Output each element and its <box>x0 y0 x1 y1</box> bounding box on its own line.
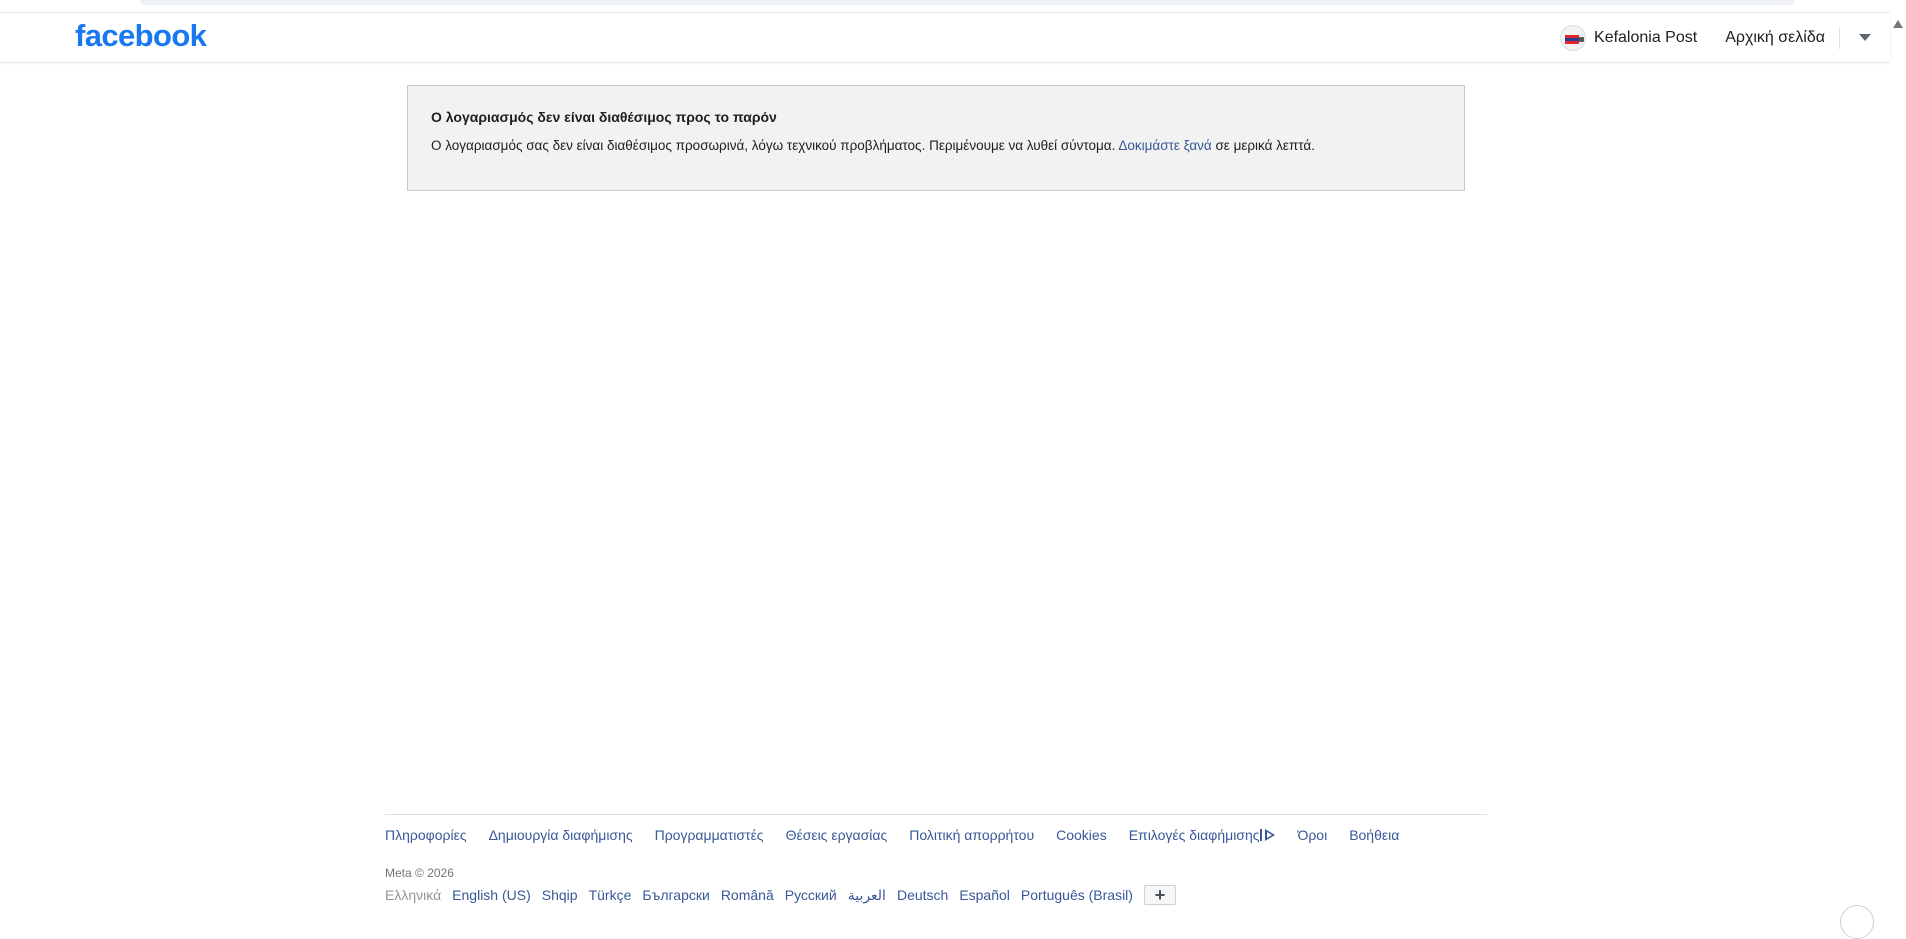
footer-link-careers[interactable]: Θέσεις εργασίας <box>786 825 888 845</box>
language-portuguese-brazil[interactable]: Português (Brasil) <box>1021 885 1133 905</box>
language-romanian[interactable]: Română <box>721 885 774 905</box>
notice-body: Ο λογαριασμός σας δεν είναι διαθέσιμος π… <box>431 137 1441 155</box>
footer-links: Πληροφορίες Δημιουργία διαφήμισης Προγρα… <box>385 825 1487 845</box>
footer-link-about[interactable]: Πληροφορίες <box>385 825 467 845</box>
language-bulgarian[interactable]: Български <box>642 885 709 905</box>
browser-top-strip <box>0 0 1906 12</box>
top-navigation-bar: facebook Kefalonia Post Αρχική σελίδα <box>0 12 1890 62</box>
header-right-group: Kefalonia Post Αρχική σελίδα <box>1560 13 1890 62</box>
language-english[interactable]: English (US) <box>452 885 531 905</box>
footer-link-terms[interactable]: Όροι <box>1297 825 1327 845</box>
ad-choices-icon <box>1260 829 1263 841</box>
help-bubble-button[interactable] <box>1840 905 1874 939</box>
ad-choices-label: Επιλογές διαφήμισης <box>1128 827 1260 843</box>
page-name-label: Kefalonia Post <box>1594 28 1698 46</box>
home-link[interactable]: Αρχική σελίδα <box>1711 29 1839 47</box>
account-unavailable-notice: Ο λογαριασμός δεν είναι διαθέσιμος προς … <box>407 85 1465 191</box>
ad-choices-arrow-icon <box>1265 829 1276 841</box>
footer-link-cookies[interactable]: Cookies <box>1056 825 1107 845</box>
caret-down-icon <box>1859 34 1871 41</box>
page-footer: Πληροφορίες Δημιουργία διαφήμισης Προγρα… <box>385 814 1487 905</box>
copyright-text: Meta © 2026 <box>385 866 454 880</box>
language-albanian[interactable]: Shqip <box>542 885 578 905</box>
footer-link-help[interactable]: Βοήθεια <box>1349 825 1399 845</box>
footer-link-privacy[interactable]: Πολιτική απορρήτου <box>909 825 1034 845</box>
footer-link-create-ad[interactable]: Δημιουργία διαφήμισης <box>489 825 633 845</box>
language-selector-row: Ελληνικά English (US) Shqip Türkçe Бълга… <box>385 885 1487 905</box>
language-spanish[interactable]: Español <box>959 885 1010 905</box>
notice-title: Ο λογαριασμός δεν είναι διαθέσιμος προς … <box>431 109 777 125</box>
browser-tab-pill <box>140 0 1795 5</box>
language-arabic[interactable]: العربية <box>848 885 886 905</box>
scrollbar-up-arrow[interactable] <box>1893 20 1903 28</box>
footer-link-ad-choices[interactable]: Επιλογές διαφήμισης <box>1129 825 1276 845</box>
add-language-button[interactable]: + <box>1143 885 1176 905</box>
notice-body-text: Ο λογαριασμός σας δεν είναι διαθέσιμος π… <box>431 138 1116 153</box>
account-menu-button[interactable] <box>1840 13 1890 62</box>
language-german[interactable]: Deutsch <box>897 885 948 905</box>
flag-avatar-icon <box>1560 24 1587 51</box>
notice-body-suffix: σε μερικά λεπτά. <box>1215 138 1315 153</box>
language-turkish[interactable]: Türkçe <box>589 885 632 905</box>
retry-link[interactable]: Δοκιμάστε ξανά <box>1118 138 1211 153</box>
page-profile-link[interactable]: Kefalonia Post <box>1560 24 1711 51</box>
footer-divider <box>385 814 1487 815</box>
facebook-logo[interactable]: facebook <box>75 18 207 54</box>
footer-link-developers[interactable]: Προγραμματιστές <box>655 825 764 845</box>
language-russian[interactable]: Русский <box>785 885 837 905</box>
current-language: Ελληνικά <box>385 887 442 903</box>
